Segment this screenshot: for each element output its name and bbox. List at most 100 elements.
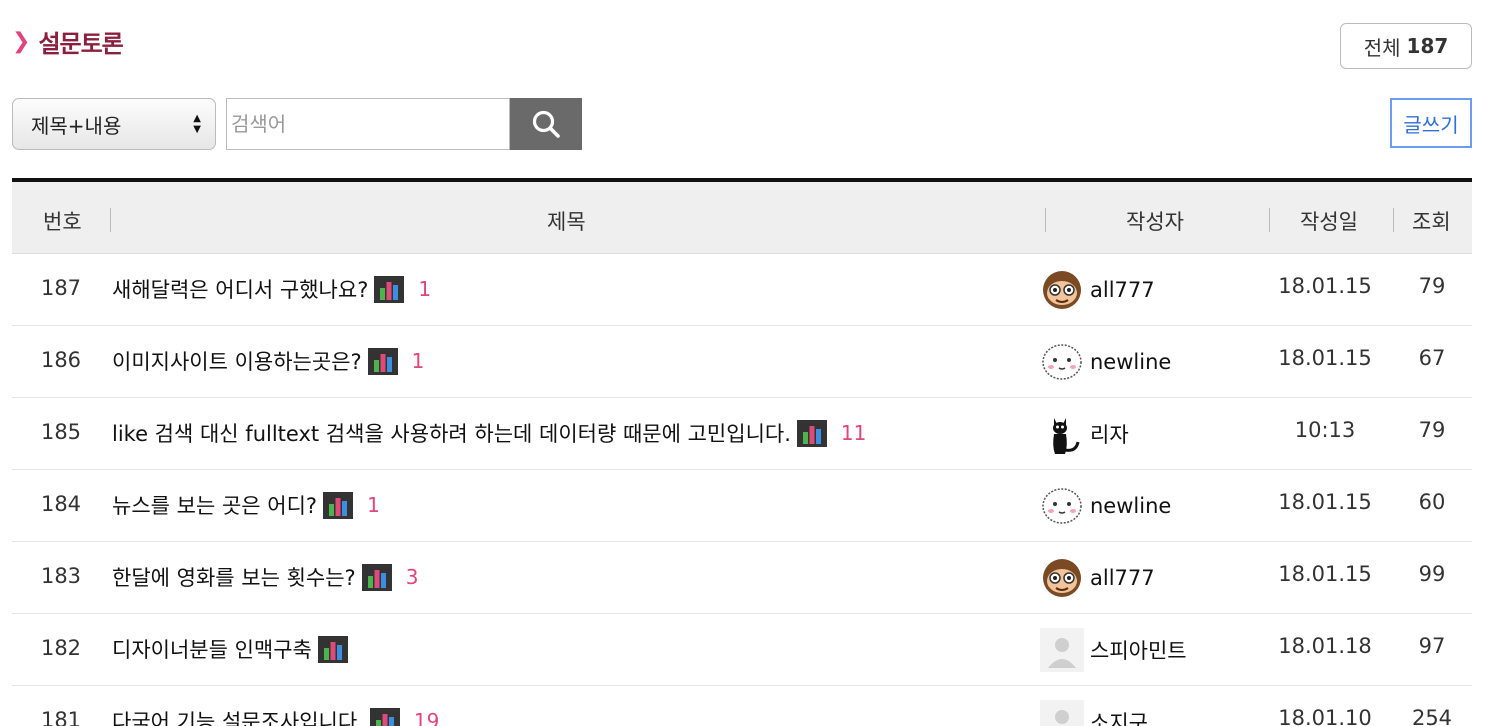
author-name[interactable]: 소지구 [1090,707,1148,726]
column-author: 작성자 [1126,210,1184,234]
comment-count[interactable]: 11 [841,421,866,445]
view-count: 79 [1418,418,1446,442]
face-avatar [1040,484,1084,528]
author-name[interactable]: all777 [1090,278,1155,302]
post-title-link[interactable]: 뉴스를 보는 곳은 어디? 1 [112,490,380,520]
post-title-link[interactable]: 새해달력은 어디서 구했나요? 1 [112,274,431,304]
post-date: 18.01.10 [1278,706,1372,726]
post-date: 18.01.15 [1278,490,1372,514]
post-title[interactable]: 한달에 영화를 보는 횟수는? [112,562,356,592]
post-author[interactable]: 스피아민트 [1040,628,1187,672]
total-label: 전체 [1363,35,1401,60]
post-title-link[interactable]: like 검색 대신 fulltext 검색을 사용하려 하는데 데이터량 때문… [112,418,866,448]
post-date: 18.01.15 [1278,562,1372,586]
post-title-link[interactable]: 한달에 영화를 보는 횟수는? 3 [112,562,418,592]
comment-count[interactable]: 19 [414,709,439,726]
poll-chart-icon [367,347,398,375]
post-number: 187 [40,276,82,300]
post-author[interactable]: all777 [1040,268,1155,312]
view-count: 99 [1418,562,1446,586]
author-name[interactable]: 스피아민트 [1090,635,1187,665]
table-row[interactable]: 183 한달에 영화를 보는 횟수는? 3 all777 18.01.15 99 [12,542,1472,614]
column-num: 번호 [43,210,82,234]
post-title[interactable]: like 검색 대신 fulltext 검색을 사용하려 하는데 데이터량 때문… [112,418,791,448]
total-count-badge: 전체 187 [1340,23,1472,69]
table-row[interactable]: 185 like 검색 대신 fulltext 검색을 사용하려 하는데 데이터량… [12,398,1472,470]
view-count: 79 [1418,274,1446,298]
write-button[interactable]: 글쓰기 [1390,98,1472,148]
page-title: 설문토론 [38,30,123,58]
post-title-link[interactable]: 이미지사이트 이용하는곳은? 1 [112,346,424,376]
post-author[interactable]: 리자 [1040,412,1129,456]
post-author[interactable]: all777 [1040,556,1155,600]
table-row[interactable]: 184 뉴스를 보는 곳은 어디? 1 newline 18.01.15 60 [12,470,1472,542]
column-title: 제목 [547,210,586,234]
post-title[interactable]: 뉴스를 보는 곳은 어디? [112,490,317,520]
poll-chart-icon [323,491,354,519]
total-count: 187 [1406,34,1449,58]
view-count: 97 [1418,634,1446,658]
author-name[interactable]: 리자 [1090,419,1129,449]
post-author[interactable]: newline [1040,340,1171,384]
face-avatar [1040,340,1084,384]
post-date: 18.01.15 [1278,274,1372,298]
comment-count[interactable]: 3 [406,565,419,589]
post-number: 182 [40,636,82,660]
table-header: 번호 제목 작성자 작성일 조회 [12,178,1472,254]
post-title-link[interactable]: 다국어 기능 설문조사입니다. 19 [112,706,439,726]
column-divider [1045,208,1046,232]
poll-chart-icon [374,275,405,303]
view-count: 67 [1418,346,1446,370]
post-title[interactable]: 다국어 기능 설문조사입니다. [112,706,364,726]
monkey-avatar [1040,556,1084,600]
post-title-link[interactable]: 디자이너분들 인맥구축 [112,634,348,664]
comment-count[interactable]: 1 [367,493,380,517]
poll-chart-icon [796,419,827,447]
post-date: 18.01.18 [1278,634,1372,658]
board-header: ❯ 설문토론 [12,24,124,59]
select-arrows-icon: ▲ ▼ [193,113,201,135]
author-name[interactable]: newline [1090,494,1171,518]
table-row[interactable]: 182 디자이너분들 인맥구축 스피아민트 18.01.18 97 [12,614,1472,686]
comment-count[interactable]: 1 [418,277,431,301]
post-author[interactable]: 소지구 [1040,700,1148,726]
post-number: 181 [40,708,82,726]
post-table: 번호 제목 작성자 작성일 조회 187 새해달력은 어디서 구했나요? 1 all7… [12,178,1472,726]
view-count: 254 [1411,706,1453,726]
author-name[interactable]: all777 [1090,566,1155,590]
column-divider [110,208,111,232]
search-icon [532,110,560,138]
column-date: 작성일 [1300,210,1358,234]
column-views: 조회 [1412,210,1451,234]
view-count: 60 [1418,490,1446,514]
chevron-right-icon: ❯ [12,28,31,54]
post-title[interactable]: 새해달력은 어디서 구했나요? [112,274,368,304]
cat-avatar [1040,412,1084,456]
comment-count[interactable]: 1 [412,349,425,373]
search-field-select[interactable]: 제목+내용 ▲ ▼ [12,98,216,150]
search-input[interactable] [226,98,510,150]
post-number: 183 [40,564,82,588]
table-row[interactable]: 187 새해달력은 어디서 구했나요? 1 all777 18.01.15 79 [12,254,1472,326]
table-row[interactable]: 186 이미지사이트 이용하는곳은? 1 newline 18.01.15 67 [12,326,1472,398]
post-number: 185 [40,420,82,444]
post-title[interactable]: 이미지사이트 이용하는곳은? [112,346,362,376]
poll-chart-icon [317,635,348,663]
post-number: 184 [40,492,82,516]
column-divider [1269,208,1270,232]
default-avatar [1040,700,1084,726]
poll-chart-icon [361,563,392,591]
monkey-avatar [1040,268,1084,312]
post-date: 10:13 [1294,418,1356,442]
post-author[interactable]: newline [1040,484,1171,528]
table-row[interactable]: 181 다국어 기능 설문조사입니다. 19 소지구 18.01.10 254 [12,686,1472,726]
post-number: 186 [40,348,82,372]
column-divider [1393,208,1394,232]
post-title[interactable]: 디자이너분들 인맥구축 [112,634,312,664]
default-avatar [1040,628,1084,672]
search-field-value: 제목+내용 [31,113,122,138]
author-name[interactable]: newline [1090,350,1171,374]
search-button[interactable] [510,98,582,150]
table-body: 187 새해달력은 어디서 구했나요? 1 all777 18.01.15 79 186 이미… [12,254,1472,726]
poll-chart-icon [369,707,400,726]
